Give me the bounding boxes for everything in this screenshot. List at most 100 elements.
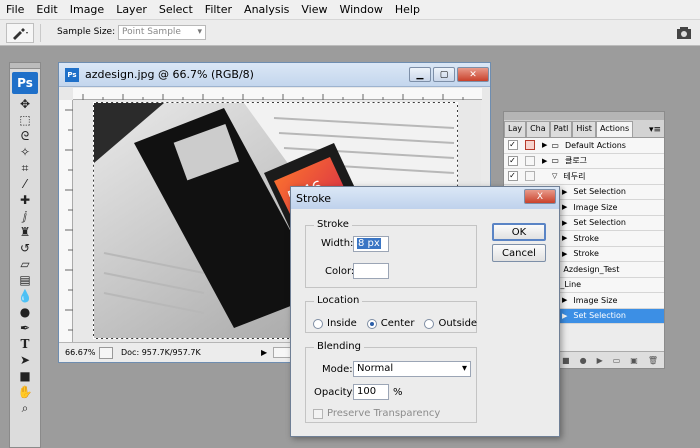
status-arrow-icon[interactable]: ▶ bbox=[261, 348, 267, 357]
expand-triangle-icon[interactable]: ▶ bbox=[562, 234, 567, 242]
toolbox-grip[interactable] bbox=[10, 63, 40, 69]
radio-inside[interactable]: Inside bbox=[313, 318, 357, 329]
menu-analysis[interactable]: Analysis bbox=[244, 3, 289, 16]
panel-grip[interactable] bbox=[504, 112, 664, 120]
document-titlebar[interactable]: Ps azdesign.jpg @ 66.7% (RGB/8) ▁ ▢ ✕ bbox=[59, 63, 490, 87]
move-icon[interactable]: ✥ bbox=[10, 96, 40, 112]
eyedropper-icon[interactable] bbox=[6, 23, 34, 43]
play-icon[interactable]: ▶ bbox=[597, 356, 603, 365]
dialog-close-button[interactable]: X bbox=[524, 189, 556, 204]
menu-select[interactable]: Select bbox=[159, 3, 193, 16]
tab-channels[interactable]: Cha bbox=[526, 121, 550, 137]
new-action-icon[interactable]: ▣ bbox=[630, 356, 638, 365]
action-row-label: 테두리 bbox=[563, 171, 586, 181]
preserve-transparency-label: Preserve Transparency bbox=[327, 408, 441, 419]
radio-center[interactable]: Center bbox=[366, 318, 414, 329]
expand-triangle-icon[interactable]: ▶ bbox=[542, 141, 547, 149]
vertical-ruler bbox=[59, 100, 73, 343]
action-row[interactable]: ✓ ▶ ▭ Default Actions bbox=[504, 138, 664, 154]
history-brush-icon[interactable]: ↺ bbox=[10, 240, 40, 256]
maximize-button[interactable]: ▢ bbox=[433, 67, 455, 82]
stop-icon[interactable]: ■ bbox=[562, 356, 570, 365]
photoshop-doc-icon: Ps bbox=[65, 67, 79, 82]
width-label: Width: bbox=[321, 238, 354, 249]
zoom-icon[interactable]: ⌕ bbox=[10, 400, 40, 416]
action-row-label: Default Actions bbox=[564, 140, 626, 150]
check-icon: ✓ bbox=[507, 171, 518, 182]
menu-filter[interactable]: Filter bbox=[205, 3, 232, 16]
dialog-toggle-icon bbox=[524, 140, 535, 151]
eraser-icon[interactable]: ▱ bbox=[10, 256, 40, 272]
expand-triangle-icon[interactable]: ▶ bbox=[562, 219, 567, 227]
tab-actions[interactable]: Actions bbox=[595, 121, 634, 137]
eyedropper-icon[interactable]: ⁄ bbox=[10, 176, 40, 192]
healing-icon[interactable]: ✚ bbox=[10, 192, 40, 208]
dialog-toggle[interactable] bbox=[521, 140, 538, 151]
path-select-icon[interactable]: ➤ bbox=[10, 352, 40, 368]
chevron-down-icon: ▾ bbox=[197, 27, 202, 37]
dialog-titlebar[interactable]: Stroke X bbox=[291, 187, 559, 209]
action-toggle[interactable]: ✓ bbox=[504, 171, 521, 182]
action-row-label: Stroke bbox=[573, 249, 599, 259]
dialog-toggle[interactable] bbox=[521, 155, 538, 166]
new-set-icon[interactable]: ▭ bbox=[613, 356, 621, 365]
trash-icon[interactable]: 🗑 bbox=[648, 356, 658, 365]
tab-paths[interactable]: Patl bbox=[549, 121, 573, 137]
menu-view[interactable]: View bbox=[301, 3, 327, 16]
ok-button[interactable]: OK bbox=[492, 223, 546, 241]
shape-icon[interactable]: ■ bbox=[10, 368, 40, 384]
stroke-group-title: Stroke bbox=[314, 219, 352, 230]
toolbox: Ps ✥ ⬚ ᘓ ✧ ⌗ ⁄ ✚ ⅉ ♜ ↺ ▱ ▤ 💧 ● ✒ T ➤ ■ ✋… bbox=[9, 62, 41, 448]
photoshop-logo[interactable]: Ps bbox=[12, 72, 38, 94]
sample-size-select[interactable]: Point Sample ▾ bbox=[118, 25, 206, 40]
expand-triangle-icon[interactable]: ▶ bbox=[562, 203, 567, 211]
dialog-toggle[interactable] bbox=[521, 171, 538, 182]
expand-triangle-icon[interactable]: ▶ bbox=[562, 296, 567, 304]
blur-icon[interactable]: 💧 bbox=[10, 288, 40, 304]
action-toggle[interactable]: ✓ bbox=[504, 140, 521, 151]
stroke-dialog: Stroke X Stroke Width: 8 px Color: Locat… bbox=[290, 186, 560, 437]
magic-wand-icon[interactable]: ✧ bbox=[10, 144, 40, 160]
menu-help[interactable]: Help bbox=[395, 3, 420, 16]
dodge-icon[interactable]: ● bbox=[10, 304, 40, 320]
action-toggle[interactable]: ✓ bbox=[504, 155, 521, 166]
sample-size-label: Sample Size: bbox=[57, 27, 116, 37]
menu-image[interactable]: Image bbox=[70, 3, 104, 16]
radio-outside[interactable]: Outside bbox=[424, 318, 477, 329]
record-icon[interactable]: ● bbox=[580, 356, 587, 365]
mode-select[interactable]: Normal ▾ bbox=[353, 361, 471, 377]
crop-icon[interactable]: ⌗ bbox=[10, 160, 40, 176]
menu-layer[interactable]: Layer bbox=[116, 3, 147, 16]
expand-triangle-icon[interactable]: ▽ bbox=[552, 172, 557, 180]
clone-stamp-icon[interactable]: ♜ bbox=[10, 224, 40, 240]
brush-icon[interactable]: ⅉ bbox=[10, 208, 40, 224]
expand-triangle-icon[interactable]: ▶ bbox=[562, 250, 567, 258]
expand-triangle-icon[interactable]: ▶ bbox=[562, 188, 567, 196]
type-icon[interactable]: T bbox=[10, 336, 40, 352]
pen-icon[interactable]: ✒ bbox=[10, 320, 40, 336]
menu-window[interactable]: Window bbox=[339, 3, 382, 16]
lasso-icon[interactable]: ᘓ bbox=[10, 128, 40, 144]
opacity-input[interactable]: 100 bbox=[353, 384, 389, 400]
panel-menu-icon[interactable]: ▾≡ bbox=[646, 125, 664, 137]
status-menu-icon[interactable] bbox=[99, 346, 113, 359]
zoom-level[interactable]: 66.67% bbox=[59, 348, 99, 357]
tab-layers[interactable]: Lay bbox=[504, 121, 527, 137]
marquee-icon[interactable]: ⬚ bbox=[10, 112, 40, 128]
minimize-button[interactable]: ▁ bbox=[409, 67, 431, 82]
color-swatch[interactable] bbox=[353, 263, 389, 279]
check-icon: ✓ bbox=[507, 155, 518, 166]
action-row[interactable]: ✓ ▽ 테두리 bbox=[504, 169, 664, 185]
action-row[interactable]: ✓ ▶ ▭ 클로그 bbox=[504, 153, 664, 169]
cancel-button[interactable]: Cancel bbox=[492, 244, 546, 262]
width-input[interactable]: 8 px bbox=[353, 236, 389, 252]
bridge-icon[interactable] bbox=[676, 26, 692, 40]
hand-icon[interactable]: ✋ bbox=[10, 384, 40, 400]
expand-triangle-icon[interactable]: ▶ bbox=[562, 312, 567, 320]
menu-file[interactable]: File bbox=[6, 3, 24, 16]
tab-history[interactable]: Hist bbox=[572, 121, 596, 137]
menu-edit[interactable]: Edit bbox=[36, 3, 57, 16]
close-button[interactable]: ✕ bbox=[457, 67, 489, 82]
expand-triangle-icon[interactable]: ▶ bbox=[542, 157, 547, 165]
gradient-icon[interactable]: ▤ bbox=[10, 272, 40, 288]
